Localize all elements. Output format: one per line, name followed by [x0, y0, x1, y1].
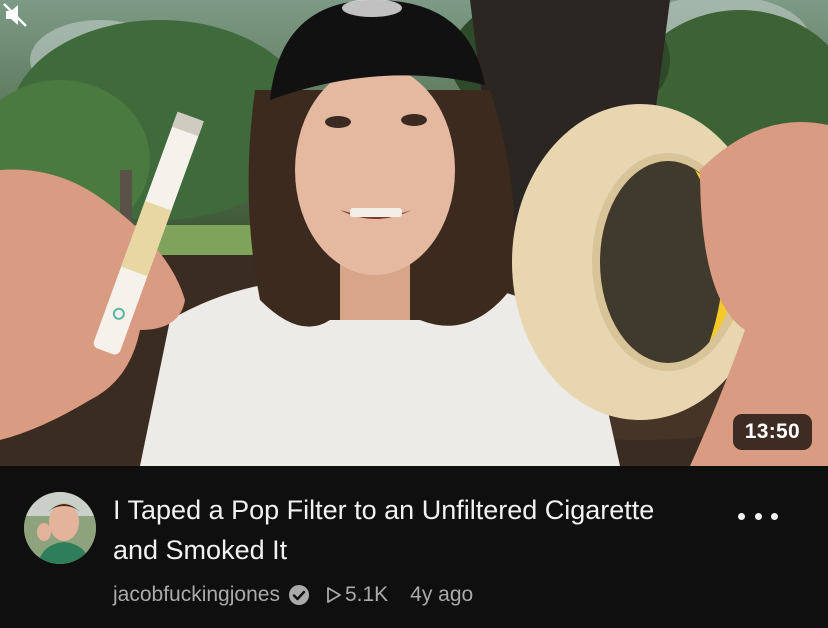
play-outline-icon: [327, 587, 341, 603]
upload-age: 4y ago: [410, 583, 474, 606]
more-dot: [738, 512, 745, 520]
video-metadata: I Taped a Pop Filter to an Unfiltered Ci…: [0, 466, 828, 628]
more-dot: [754, 512, 762, 520]
avatar-image: [24, 492, 96, 564]
video-subline: jacobfuckingjones 5.1K 4y ago: [113, 580, 473, 610]
verified-check-icon: [288, 585, 309, 605]
channel-avatar[interactable]: [24, 492, 96, 564]
video-card: 13:50 I Taped a Pop Filter to an Unfilte…: [0, 0, 828, 628]
channel-name[interactable]: jacobfuckingjones: [113, 583, 280, 607]
video-title[interactable]: I Taped a Pop Filter to an Unfiltered Ci…: [113, 490, 673, 570]
video-thumbnail[interactable]: 13:50: [0, 0, 828, 466]
duration-badge: 13:50: [732, 414, 812, 450]
thumbnail-image: [0, 0, 828, 466]
mute-icon[interactable]: [0, 0, 30, 30]
view-count: 5.1K: [344, 583, 389, 606]
more-options-button[interactable]: [738, 504, 778, 528]
more-dot: [771, 512, 778, 520]
